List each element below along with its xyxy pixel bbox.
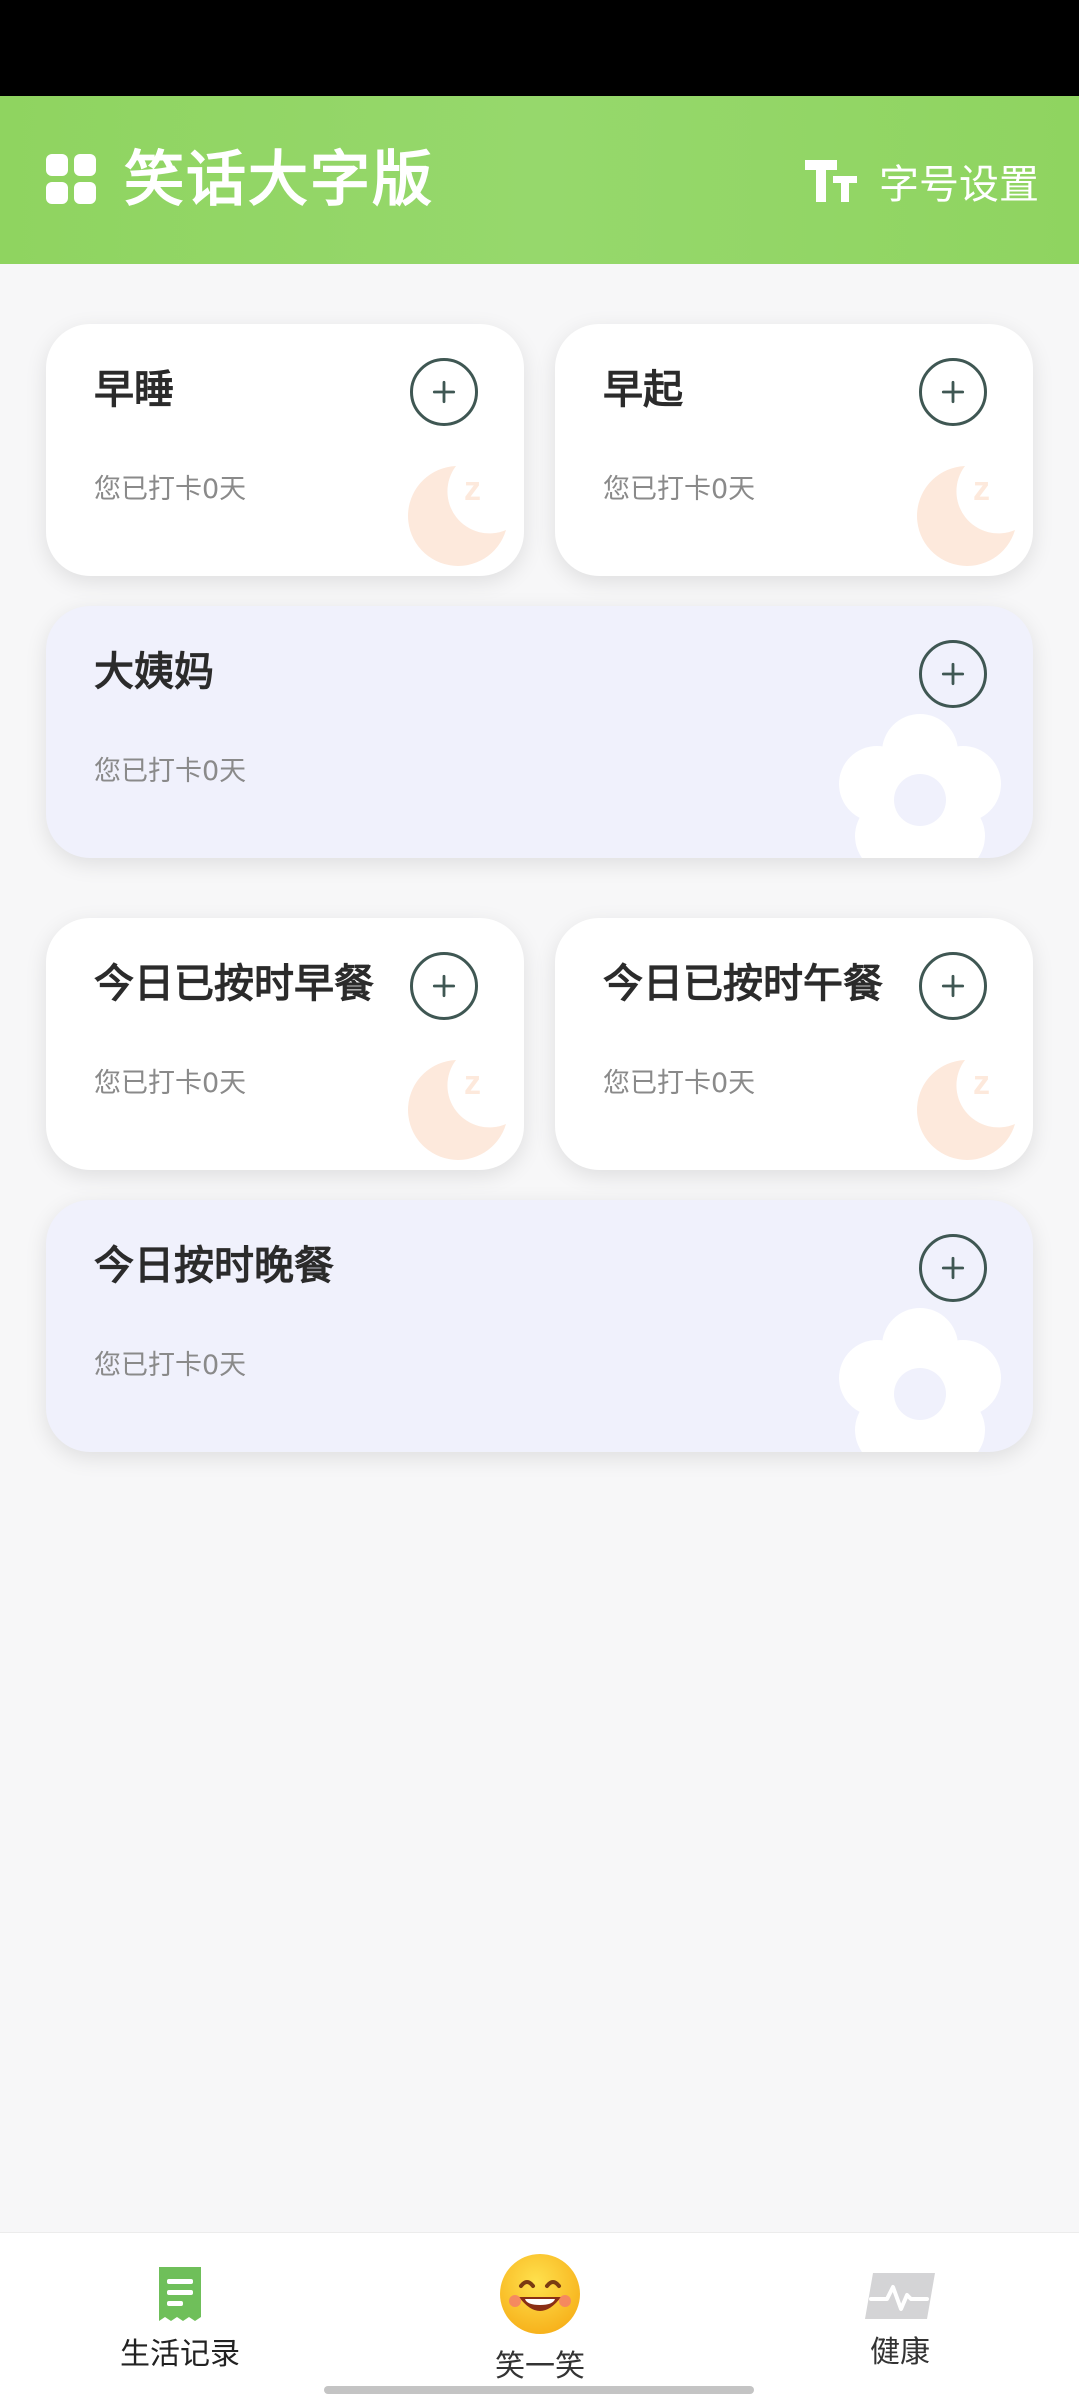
nav-item-life-records[interactable]: 生活记录 <box>50 2233 310 2373</box>
heartbeat-icon <box>865 2273 935 2319</box>
card-title: 今日按时晚餐 <box>94 1243 334 1289</box>
app-header: 笑话大字版 字号设置 <box>0 96 1079 264</box>
nav-item-laugh[interactable]: 笑一笑 <box>410 2233 670 2384</box>
text-size-icon <box>805 160 857 202</box>
moon-sleep-icon: z <box>917 1060 1015 1160</box>
plus-icon <box>941 1256 965 1280</box>
moon-sleep-icon: z <box>408 466 506 566</box>
card-title: 今日已按时午餐 <box>603 961 883 1007</box>
plus-icon <box>432 380 456 404</box>
checkin-card-period[interactable]: 大姨妈 您已打卡0天 <box>46 606 1033 858</box>
svg-text:z: z <box>973 1064 990 1102</box>
checkin-card-lunch[interactable]: 今日已按时午餐 您已打卡0天 z <box>555 918 1033 1170</box>
home-indicator <box>324 2386 754 2394</box>
moon-sleep-icon: z <box>408 1060 506 1160</box>
add-checkin-button[interactable] <box>919 952 987 1020</box>
svg-text:z: z <box>464 470 481 508</box>
plus-icon <box>941 662 965 686</box>
bottom-nav: 生活记录 笑一笑 健康 <box>0 2232 1079 2400</box>
card-checkin-count: 您已打卡0天 <box>94 756 247 787</box>
nav-item-health[interactable]: 健康 <box>770 2233 1030 2373</box>
card-checkin-count: 您已打卡0天 <box>603 474 756 505</box>
plus-icon <box>941 974 965 998</box>
moon-sleep-icon: z <box>917 466 1015 566</box>
card-title: 今日已按时早餐 <box>94 961 374 1007</box>
checkin-card-wake-early[interactable]: 早起 您已打卡0天 z <box>555 324 1033 576</box>
svg-text:z: z <box>973 470 990 508</box>
font-size-settings-button[interactable]: 字号设置 <box>803 146 1039 216</box>
add-checkin-button[interactable] <box>919 1234 987 1302</box>
card-title: 早起 <box>603 367 683 413</box>
smiley-emoji-icon <box>500 2254 580 2334</box>
nav-label-health: 健康 <box>870 2335 930 2370</box>
add-checkin-button[interactable] <box>410 952 478 1020</box>
card-checkin-count: 您已打卡0天 <box>94 474 247 505</box>
font-size-settings-label: 字号设置 <box>879 162 1039 208</box>
svg-text:z: z <box>464 1064 481 1102</box>
flower-icon <box>839 714 1001 858</box>
card-title: 大姨妈 <box>94 649 214 695</box>
checkin-card-breakfast[interactable]: 今日已按时早餐 您已打卡0天 z <box>46 918 524 1170</box>
add-checkin-button[interactable] <box>919 358 987 426</box>
app-title: 笑话大字版 <box>124 145 434 215</box>
grid-menu-icon[interactable] <box>46 154 96 204</box>
flower-icon <box>839 1308 1001 1452</box>
plus-icon <box>432 974 456 998</box>
nav-label-laugh: 笑一笑 <box>495 2349 585 2384</box>
plus-icon <box>941 380 965 404</box>
card-checkin-count: 您已打卡0天 <box>94 1068 247 1099</box>
card-checkin-count: 您已打卡0天 <box>94 1350 247 1381</box>
checkin-card-sleep-early[interactable]: 早睡 您已打卡0天 z <box>46 324 524 576</box>
status-bar <box>0 0 1079 96</box>
card-title: 早睡 <box>94 367 174 413</box>
receipt-icon <box>159 2267 201 2321</box>
checkin-card-dinner[interactable]: 今日按时晚餐 您已打卡0天 <box>46 1200 1033 1452</box>
add-checkin-button[interactable] <box>919 640 987 708</box>
card-checkin-count: 您已打卡0天 <box>603 1068 756 1099</box>
nav-label-life-records: 生活记录 <box>120 2337 240 2372</box>
add-checkin-button[interactable] <box>410 358 478 426</box>
